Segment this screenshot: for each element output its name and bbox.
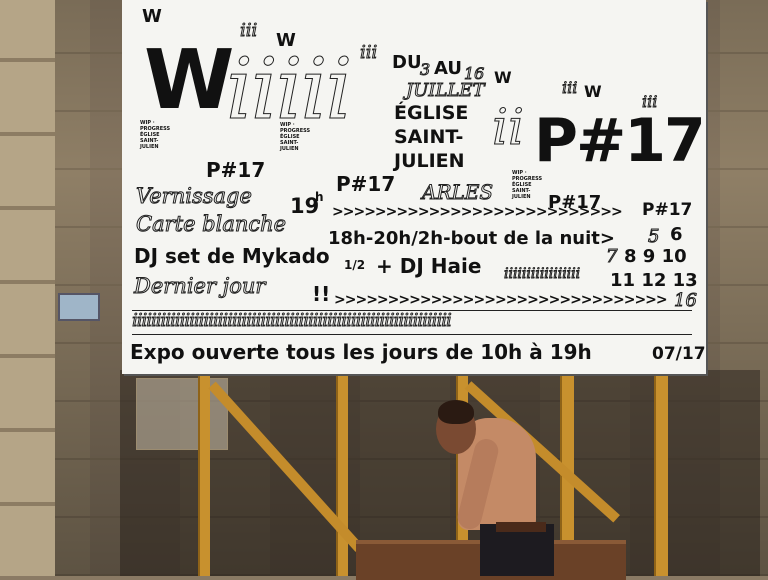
month: JUILLET: [406, 80, 486, 102]
line1-label: Vernissage: [136, 184, 253, 209]
post-right-b: [654, 370, 668, 576]
line1-sup: h: [315, 190, 324, 204]
person-hair: [438, 400, 474, 424]
big-w: W: [144, 33, 235, 128]
person: [436, 398, 556, 576]
small-iii-3: iii: [561, 78, 578, 98]
person-belt: [496, 522, 546, 532]
line4-label: Dernier jour: [133, 274, 266, 299]
line3-days-b: 11 12 13: [610, 270, 698, 291]
outline-ii: iiiii: [225, 40, 352, 138]
line1-day: 6: [670, 224, 683, 245]
au-label: AU: [434, 58, 462, 79]
church-1: ÉGLISE: [394, 102, 469, 124]
line2-text: 18h-20h/2h-bout de la nuit>: [328, 228, 615, 249]
small-iii-1: iii: [239, 20, 258, 42]
line3-iii: iiiiiiiiiiiiiiiii: [503, 266, 581, 283]
church-2: SAINT-: [394, 126, 464, 148]
du-number: 3: [419, 60, 431, 80]
city: ARLES: [421, 180, 494, 205]
wall-pillar: [0, 0, 55, 576]
title-p17: P#17: [534, 106, 706, 176]
line2-day: 5: [647, 226, 660, 248]
line4-day: 16: [674, 290, 698, 312]
line1-arrows: >>>>>>>>>>>>>>>>>>>>>>>>>>>: [332, 204, 623, 220]
vert-text-2: WIP · PROGRESS ÉGLISE SAINT-JULIEN: [280, 122, 311, 152]
vert-text-1: WIP · PROGRESS ÉGLISE SAINT-JULIEN: [140, 120, 171, 150]
line3-days-outline: 7: [605, 246, 618, 268]
post-mid: [336, 376, 348, 576]
line4-bang: !!: [312, 282, 331, 306]
small-iii-2: iii: [359, 42, 378, 64]
p17-tag-1: P#17: [206, 158, 266, 182]
post-left: [198, 376, 210, 576]
p17-tag-4: P#17: [642, 200, 693, 220]
line2-label: Carte blanche: [135, 212, 287, 237]
p17-tag-2: P#17: [336, 172, 396, 196]
church-3: JULIEN: [394, 150, 465, 172]
line3-half: 1/2: [344, 258, 366, 272]
du-label: DU: [392, 52, 422, 73]
corner-w-4: W: [584, 82, 602, 101]
corner-w: W: [142, 6, 162, 27]
strip-iii: iiiiiiiiiiiiiiiiiiiiiiiiiiiiiiiiiiiiiiii…: [132, 310, 453, 332]
line3-label: DJ set de Mykado: [134, 244, 330, 268]
expo-line: Expo ouverte tous les jours de 10h à 19h: [130, 340, 592, 364]
poster-board: W iii W iii W iiiii DU 3 AU 16 W JUILLET…: [122, 0, 706, 374]
vert-text-3: WIP · PROGRESS ÉGLISE SAINT-JULIEN: [512, 170, 543, 200]
line3-days-a: 8 9 10: [624, 246, 687, 267]
line4-arrows: >>>>>>>>>>>>>>>>>>>>>>>>>>>>>>>: [334, 292, 668, 308]
line3-plus: + DJ Haie: [376, 254, 482, 278]
strip-rule-bottom: [132, 334, 692, 335]
small-plaque: [58, 293, 100, 321]
corner-w-3: W: [494, 68, 512, 87]
mid-ii: ii: [492, 98, 525, 157]
date-stamp: 07/17: [652, 344, 706, 364]
